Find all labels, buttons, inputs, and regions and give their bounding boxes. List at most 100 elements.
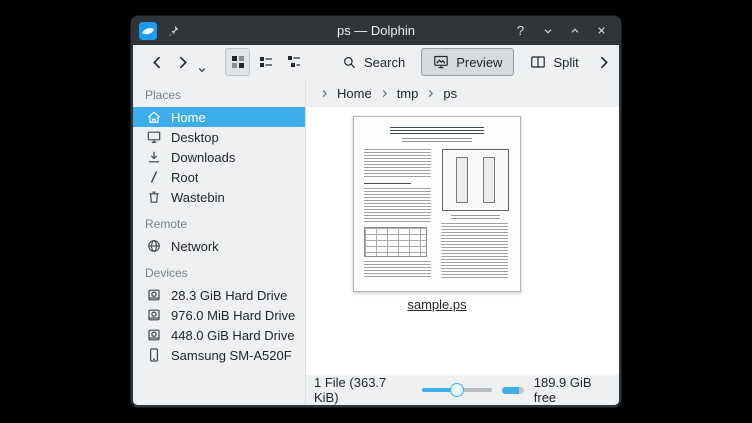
statusbar: 1 File (363.7 KiB) 189.9 GiB free bbox=[306, 375, 619, 405]
thumb-text-block bbox=[364, 261, 431, 278]
split-button[interactable]: Split bbox=[518, 48, 590, 76]
sidebar-item-phone[interactable]: Samsung SM-A520F bbox=[133, 345, 305, 365]
search-icon bbox=[342, 55, 357, 70]
breadcrumb-item-ps[interactable]: ps bbox=[440, 85, 460, 102]
sidebar-item-label: Root bbox=[171, 170, 198, 185]
pin-button[interactable] bbox=[161, 19, 184, 42]
search-button[interactable]: Search bbox=[330, 48, 417, 76]
sidebar-item-label: Wastebin bbox=[171, 190, 225, 205]
breadcrumb-item-home[interactable]: Home bbox=[334, 85, 375, 102]
breadcrumb-item-tmp[interactable]: tmp bbox=[394, 85, 422, 102]
content-area: Places Home Desktop bbox=[133, 79, 619, 405]
status-summary: 1 File (363.7 KiB) bbox=[314, 375, 402, 405]
thumb-figure-bar bbox=[483, 157, 495, 203]
sidebar-item-root[interactable]: Root bbox=[133, 167, 305, 187]
details-view-icon bbox=[286, 54, 302, 70]
compact-view-icon bbox=[258, 54, 274, 70]
desktop-icon bbox=[146, 129, 162, 145]
split-icon bbox=[530, 54, 546, 70]
root-slash-icon bbox=[146, 169, 162, 185]
back-button[interactable] bbox=[145, 48, 170, 76]
details-view-button[interactable] bbox=[281, 48, 306, 76]
view-mode-group bbox=[225, 48, 306, 76]
sidebar-item-label: Desktop bbox=[171, 130, 219, 145]
sidebar-item-label: 976.0 MiB Hard Drive bbox=[171, 308, 295, 323]
breadcrumb-chevron-icon bbox=[319, 88, 330, 99]
sidebar-item-wastebin[interactable]: Wastebin bbox=[133, 187, 305, 207]
download-icon bbox=[146, 149, 162, 165]
titlebar[interactable]: ps — Dolphin ? bbox=[133, 16, 619, 45]
sidebar-item-label: Home bbox=[171, 110, 206, 125]
capacity-bar-fill bbox=[502, 387, 519, 394]
preview-button[interactable]: Preview bbox=[421, 48, 514, 76]
minimize-button[interactable] bbox=[536, 19, 559, 42]
home-icon bbox=[146, 109, 162, 125]
close-button[interactable] bbox=[590, 19, 613, 42]
toolbar: Search Preview Split bbox=[133, 45, 619, 79]
thumb-right-column bbox=[441, 149, 510, 282]
thumb-text-block bbox=[441, 223, 508, 278]
compact-view-button[interactable] bbox=[253, 48, 278, 76]
file-thumbnail bbox=[353, 116, 521, 292]
icons-view-button[interactable] bbox=[225, 48, 250, 76]
places-panel: Places Home Desktop bbox=[133, 79, 305, 405]
zoom-slider[interactable] bbox=[422, 383, 492, 397]
help-button[interactable]: ? bbox=[509, 19, 532, 42]
desktop-background: ps — Dolphin ? bbox=[0, 0, 752, 423]
chevron-left-icon bbox=[149, 54, 166, 71]
thumb-figure-caption bbox=[451, 215, 500, 219]
window-title: ps — Dolphin bbox=[193, 23, 559, 38]
sidebar-item-label: 448.0 GiB Hard Drive bbox=[171, 328, 295, 343]
sidebar-item-label: Downloads bbox=[171, 150, 235, 165]
sidebar-section-header-places: Places bbox=[133, 81, 305, 107]
close-icon bbox=[595, 24, 608, 37]
breadcrumb-chevron-icon bbox=[425, 88, 436, 99]
folder-view[interactable]: sample.ps bbox=[306, 107, 619, 375]
preview-button-label: Preview bbox=[456, 55, 502, 70]
maximize-button[interactable] bbox=[563, 19, 586, 42]
thumb-text-block bbox=[364, 188, 431, 222]
chevron-down-icon bbox=[541, 24, 555, 38]
thumb-text-block bbox=[364, 149, 431, 177]
search-button-label: Search bbox=[364, 55, 405, 70]
preview-icon bbox=[433, 54, 449, 70]
sidebar-item-network[interactable]: Network bbox=[133, 236, 305, 256]
hard-drive-icon bbox=[146, 327, 162, 343]
toolbar-overflow-button[interactable] bbox=[591, 48, 616, 76]
sidebar-item-drive-2[interactable]: 976.0 MiB Hard Drive bbox=[133, 305, 305, 325]
sidebar-item-label: Samsung SM-A520F bbox=[171, 348, 292, 363]
chevron-up-icon bbox=[568, 24, 582, 38]
smartphone-icon bbox=[146, 347, 162, 363]
history-dropdown-button[interactable] bbox=[195, 61, 209, 79]
chevron-right-icon bbox=[174, 54, 191, 71]
pin-icon bbox=[166, 24, 180, 38]
sidebar-item-downloads[interactable]: Downloads bbox=[133, 147, 305, 167]
hard-drive-icon bbox=[146, 307, 162, 323]
sidebar-section-header-devices: Devices bbox=[133, 256, 305, 285]
thumb-author-lines bbox=[402, 138, 472, 143]
dolphin-app-icon bbox=[139, 22, 157, 40]
sidebar-section-header-remote: Remote bbox=[133, 207, 305, 236]
thumb-figure bbox=[442, 149, 509, 211]
thumb-section-heading bbox=[364, 183, 411, 184]
window-body: Search Preview Split bbox=[133, 45, 619, 405]
file-item-sample-ps[interactable]: sample.ps bbox=[352, 116, 522, 312]
dolphin-window: ps — Dolphin ? bbox=[130, 15, 622, 408]
thumb-title-lines bbox=[390, 127, 484, 135]
chevron-right-icon bbox=[595, 54, 612, 71]
sidebar-item-desktop[interactable]: Desktop bbox=[133, 127, 305, 147]
trash-icon bbox=[146, 189, 162, 205]
sidebar-item-drive-1[interactable]: 28.3 GiB Hard Drive bbox=[133, 285, 305, 305]
forward-button[interactable] bbox=[170, 48, 195, 76]
sidebar-item-label: Network bbox=[171, 239, 219, 254]
help-icon: ? bbox=[517, 23, 524, 38]
zoom-slider-handle[interactable] bbox=[450, 383, 464, 397]
hard-drive-icon bbox=[146, 287, 162, 303]
breadcrumb-chevron-icon bbox=[379, 88, 390, 99]
main-panel: Home tmp ps bbox=[305, 79, 619, 405]
sidebar-item-home[interactable]: Home bbox=[133, 107, 305, 127]
thumb-left-column bbox=[364, 149, 433, 282]
titlebar-left-group bbox=[139, 19, 184, 42]
breadcrumb: Home tmp ps bbox=[306, 79, 619, 107]
sidebar-item-drive-3[interactable]: 448.0 GiB Hard Drive bbox=[133, 325, 305, 345]
